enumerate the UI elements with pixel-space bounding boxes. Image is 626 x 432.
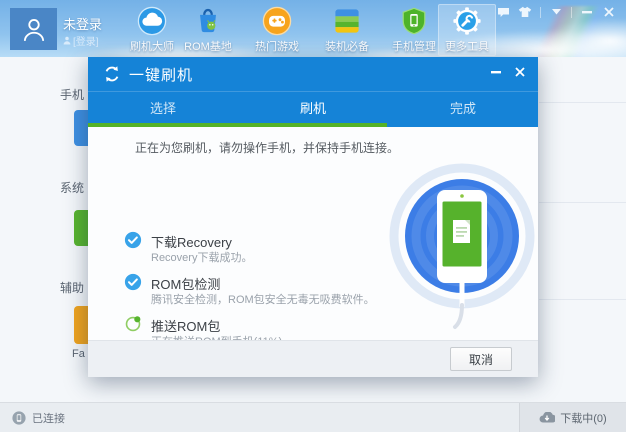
close-icon[interactable]	[602, 6, 616, 18]
app-window: 未登录 [登录] 刷机大师	[0, 0, 626, 432]
download-status[interactable]: 下载中(0)	[519, 403, 626, 432]
nav-item-label: ROM基地	[184, 38, 232, 54]
dialog-close-icon[interactable]	[512, 65, 528, 79]
separator	[540, 7, 541, 18]
spinner-icon	[124, 315, 142, 333]
nav-item-pc-essentials[interactable]: 装机必备	[315, 4, 379, 56]
feedback-icon[interactable]	[496, 6, 510, 18]
flash-status-text: 正在为您刷机，请勿操作手机，并保持手机连接。	[135, 139, 399, 156]
dialog-minimize-icon[interactable]	[488, 65, 504, 79]
login-link[interactable]: [登录]	[63, 33, 99, 48]
login-label: [登录]	[73, 33, 99, 48]
dialog-footer: 取消	[88, 340, 538, 377]
phone-flashing-illustration	[387, 163, 537, 331]
cloud-flash-icon	[137, 6, 167, 36]
connection-status: 已连接	[12, 403, 65, 432]
person-small-icon	[63, 36, 71, 45]
user-name: 未登录	[63, 14, 102, 33]
shield-phone-icon	[399, 6, 429, 36]
window-controls	[496, 6, 616, 18]
minimize-icon[interactable]	[580, 6, 594, 18]
top-toolbar: 未登录 [登录] 刷机大师	[0, 0, 626, 57]
divider	[539, 202, 626, 203]
tab-finish[interactable]: 完成	[388, 92, 538, 127]
nav-item-hot-games[interactable]: 热门游戏	[245, 4, 309, 56]
dialog-tabs: 选择 刷机 完成	[88, 91, 538, 127]
shopping-bag-icon	[193, 6, 223, 36]
nav-item-rom-base[interactable]: ROM基地	[176, 4, 240, 56]
nav-item-label: 热门游戏	[255, 38, 299, 54]
striped-box-icon	[332, 6, 362, 36]
nav-item-phone-manager[interactable]: 手机管理	[382, 4, 446, 56]
partial-text: Fa	[72, 348, 85, 360]
skin-icon[interactable]	[518, 6, 532, 18]
nav-item-label: 更多工具	[445, 38, 489, 54]
divider	[539, 299, 626, 300]
dialog-title: 一键刷机	[129, 64, 193, 85]
dialog-titlebar: 一键刷机	[88, 57, 538, 91]
sync-icon	[103, 65, 121, 83]
check-circle-icon	[124, 231, 142, 249]
gear-wrench-icon	[452, 6, 482, 36]
nav-item-label: 刷机大师	[130, 38, 174, 54]
divider	[539, 102, 626, 103]
section-label-aux: 辅助	[60, 279, 84, 296]
one-key-flash-dialog: 一键刷机 选择 刷机 完成 正在为您刷机，请勿操作手机，并保持手机连接。	[88, 57, 538, 377]
phone-connected-icon	[12, 411, 26, 425]
nav-item-label: 手机管理	[392, 38, 436, 54]
nav-item-more-tools[interactable]: 更多工具	[438, 4, 496, 56]
nav-item-label: 装机必备	[325, 38, 369, 54]
tab-select[interactable]: 选择	[88, 92, 238, 127]
section-label-phone: 手机	[60, 86, 84, 103]
cloud-download-icon	[539, 412, 555, 423]
check-circle-icon	[124, 273, 142, 291]
cancel-button[interactable]: 取消	[450, 347, 512, 371]
tab-flash[interactable]: 刷机	[238, 92, 388, 127]
download-label: 下载中(0)	[560, 410, 606, 426]
separator	[571, 7, 572, 18]
step-desc: 腾讯安全检测，ROM包安全无毒无吸费软件。	[151, 291, 375, 307]
section-label-system: 系统	[60, 179, 84, 196]
nav-item-flash-master[interactable]: 刷机大师	[120, 4, 184, 56]
person-icon	[21, 15, 47, 43]
gamepad-icon	[262, 6, 292, 36]
user-avatar[interactable]	[10, 8, 57, 50]
chevron-down-icon[interactable]	[549, 6, 563, 18]
step-desc: Recovery下载成功。	[151, 249, 252, 265]
connection-label: 已连接	[32, 410, 65, 426]
cloud-decoration	[540, 18, 626, 57]
status-bar: 已连接 下载中(0)	[0, 402, 626, 432]
dialog-content: 正在为您刷机，请勿操作手机，并保持手机连接。 下载Recovery Recove…	[88, 127, 538, 340]
